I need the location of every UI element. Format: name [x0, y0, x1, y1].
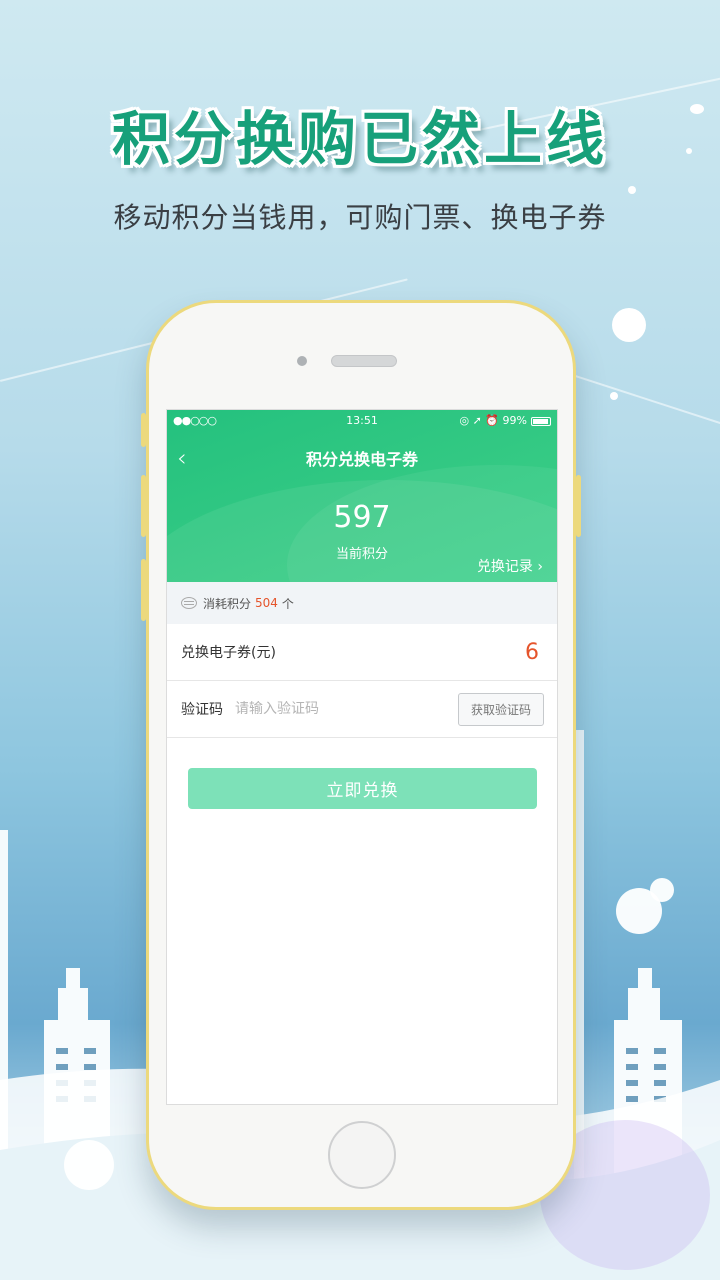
voucher-amount-label: 兑换电子券(元): [181, 645, 276, 661]
promo-subheadline: 移动积分当钱用，可购门票、换电子券: [113, 201, 607, 234]
coins-icon: [181, 597, 197, 609]
background-streak: [559, 370, 720, 434]
points-header: ●●○○○ 13:51 ◎ ➚ ⏰ 99% ‹ 积分兑换电子券 597 当前积分…: [167, 410, 557, 582]
app-screen: ●●○○○ 13:51 ◎ ➚ ⏰ 99% ‹ 积分兑换电子券 597 当前积分…: [166, 409, 558, 1105]
background-bubble: [650, 878, 674, 902]
verification-code-label: 验证码: [181, 702, 223, 718]
promo-headline: 积分换购已然上线: [111, 105, 608, 173]
phone-speaker: [331, 355, 397, 367]
phone-side-button: [141, 413, 146, 447]
consume-points-value: 504: [255, 596, 278, 610]
exchange-now-button[interactable]: 立即兑换: [188, 768, 537, 809]
consume-points-unit: 个: [281, 596, 294, 611]
phone-side-button: [576, 475, 581, 537]
voucher-amount-row: 兑换电子券(元) 6: [167, 624, 557, 681]
phone-side-button: [141, 475, 146, 537]
status-bar: ●●○○○ 13:51 ◎ ➚ ⏰ 99%: [167, 414, 557, 430]
voucher-amount-value: 6: [525, 639, 539, 665]
verification-code-row: 验证码 获取验证码: [167, 681, 557, 738]
battery-icon: [531, 417, 551, 426]
exchange-records-link[interactable]: 兑换记录 ›: [477, 556, 543, 576]
background-bubble: [64, 1140, 114, 1190]
consume-points-label: 消耗积分: [203, 596, 252, 611]
phone-camera: [297, 356, 307, 366]
consume-points-row: 消耗积分 504 个: [167, 582, 557, 624]
status-icons: ◎ ➚ ⏰ 99%: [459, 414, 527, 427]
phone-home-button: [328, 1121, 396, 1189]
phone-mockup: ●●○○○ 13:51 ◎ ➚ ⏰ 99% ‹ 积分兑换电子券 597 当前积分…: [141, 300, 581, 1210]
get-code-button[interactable]: 获取验证码: [458, 693, 544, 726]
current-points-value: 597: [333, 500, 391, 535]
background-dot: [628, 186, 636, 194]
background-dot: [610, 392, 618, 400]
verification-code-input[interactable]: [235, 701, 435, 717]
phone-side-button: [141, 559, 146, 621]
page-title: 积分兑换电子券: [305, 450, 418, 469]
background-dot: [612, 308, 646, 342]
